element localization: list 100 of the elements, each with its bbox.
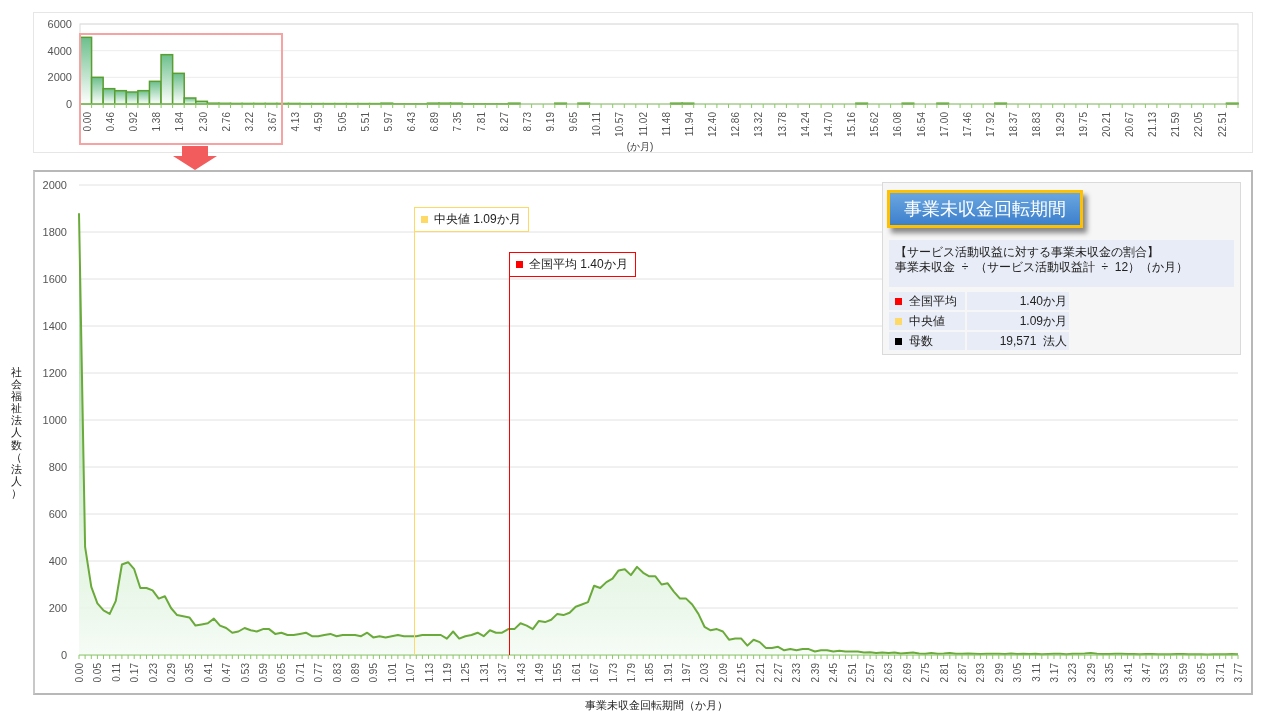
axis-tick-label: 1.25 xyxy=(460,663,472,683)
axis-tick-label: 0.77 xyxy=(313,663,325,683)
axis-tick-label: 2.69 xyxy=(901,663,913,683)
axis-tick-label: 3.53 xyxy=(1159,663,1171,683)
panel-title: 事業未収金回転期間 xyxy=(887,190,1083,228)
axis-tick-label: 17.92 xyxy=(985,112,997,138)
axis-tick-label: 1.79 xyxy=(625,663,637,683)
axis-tick-label: 1.07 xyxy=(405,663,417,683)
axis-tick-label: 1400 xyxy=(42,320,67,332)
axis-tick-label: 2.21 xyxy=(754,663,766,683)
axis-tick-label: 2.63 xyxy=(883,663,895,683)
axis-tick-label: 7.81 xyxy=(475,112,487,132)
axis-tick-label: 13.78 xyxy=(776,112,788,138)
axis-tick-label: 1.73 xyxy=(607,663,619,683)
axis-tick-label: 4.59 xyxy=(313,112,325,132)
axis-tick-label: 5.05 xyxy=(336,112,348,132)
axis-tick-label: 17.00 xyxy=(938,112,950,138)
axis-tick-label: 18.37 xyxy=(1008,112,1020,138)
axis-tick-label: 14.70 xyxy=(822,112,834,138)
axis-tick-label: 0.00 xyxy=(74,663,85,683)
axis-tick-label: 22.05 xyxy=(1193,112,1205,138)
axis-tick-label: 0.71 xyxy=(294,663,306,683)
axis-tick-label: 13.32 xyxy=(753,112,765,138)
axis-tick-label: 1.49 xyxy=(533,663,545,683)
axis-tick-label: 5.51 xyxy=(359,112,371,132)
axis-tick-label: 2.45 xyxy=(828,663,840,683)
axis-tick-label: 15.62 xyxy=(869,112,881,138)
marker-label: 全国平均 1.40か月 xyxy=(529,256,628,273)
axis-tick-label: 20.67 xyxy=(1124,112,1135,138)
axis-tick-label: 21.13 xyxy=(1147,112,1159,138)
axis-tick-label: 12.86 xyxy=(730,112,742,138)
axis-tick-label: 2.27 xyxy=(773,663,785,683)
axis-tick-label: 4000 xyxy=(47,44,72,57)
axis-title: (か月) xyxy=(626,141,654,152)
axis-tick-label: 8.73 xyxy=(521,112,533,132)
axis-tick-label: 1.19 xyxy=(441,663,453,683)
stat-label: 中央値 xyxy=(909,312,945,330)
axis-tick-label: 1.13 xyxy=(423,663,435,683)
axis-tick-label: 12.40 xyxy=(707,112,719,138)
axis-tick-label: 9.65 xyxy=(568,112,580,132)
axis-tick-label: 15.16 xyxy=(846,112,858,138)
axis-tick-label: 0.83 xyxy=(331,663,343,683)
axis-tick-label: 2.99 xyxy=(993,663,1005,683)
axis-tick-label: 0.11 xyxy=(110,663,122,682)
axis-tick-label: 3.67 xyxy=(267,112,279,132)
axis-tick-label: 14.24 xyxy=(799,112,811,138)
axis-tick-label: 2.39 xyxy=(809,663,821,683)
axis-tick-label: 200 xyxy=(48,602,67,614)
axis-tick-label: 11.02 xyxy=(637,112,649,137)
marker-label: 中央値 1.09か月 xyxy=(433,211,521,228)
axis-tick-label: 1.43 xyxy=(515,663,527,683)
axis-tick-label: 600 xyxy=(48,508,67,520)
axis-tick-label: 11.94 xyxy=(683,112,695,137)
axis-tick-label: 1200 xyxy=(42,367,67,379)
axis-tick-label: 2.57 xyxy=(865,663,877,683)
axis-tick-label: 1.85 xyxy=(644,663,656,683)
axis-tick-label: 0.65 xyxy=(276,663,288,683)
axis-tick-label: 0 xyxy=(65,98,72,110)
axis-tick-label: 11.48 xyxy=(660,112,672,137)
formula-text: 事業未収金 ÷ （サービス活動収益計 ÷ 12）（か月） xyxy=(895,260,1190,275)
axis-tick-label: 16.54 xyxy=(915,112,927,138)
axis-tick-label: 2.87 xyxy=(957,663,969,683)
axis-tick-label: 0.95 xyxy=(368,663,380,683)
axis-tick-label: 0.29 xyxy=(166,663,177,683)
axis-tick-label: 3.71 xyxy=(1214,663,1226,683)
axis-tick-label: 3.17 xyxy=(1049,663,1061,683)
axis-tick-label: 0.17 xyxy=(129,663,141,683)
axis-tick-label: 6.89 xyxy=(429,112,441,132)
axis-tick-label: 0.47 xyxy=(221,663,233,683)
formula-heading: 【サービス活動収益に対する事業未収金の割合】 xyxy=(895,245,1160,260)
axis-tick-label: 0.05 xyxy=(92,663,104,683)
axis-tick-label: 3.65 xyxy=(1196,663,1208,683)
table-cell: 1.09か月 xyxy=(967,312,1069,330)
axis-tick-label: 18.83 xyxy=(1031,112,1043,138)
axis-tick-label: 6.43 xyxy=(406,112,418,132)
axis-tick-label: 3.59 xyxy=(1177,663,1189,683)
axis-tick-label: 2.30 xyxy=(197,112,209,132)
axis-tick-label: 7.35 xyxy=(452,112,464,132)
axis-tick-label: 19.29 xyxy=(1054,112,1066,138)
axis-tick-label: 2.15 xyxy=(736,663,748,683)
axis-title: 事業未収金回転期間（か月） xyxy=(585,699,728,711)
axis-tick-label: 1600 xyxy=(42,273,67,285)
axis-tick-label: 10.57 xyxy=(614,112,626,138)
axis-tick-label: 2.51 xyxy=(846,663,858,683)
axis-tick-label: 4.13 xyxy=(290,112,302,132)
stat-label: 全国平均 xyxy=(909,292,957,310)
axis-tick-label: 3.47 xyxy=(1141,663,1152,683)
axis-tick-label: 3.77 xyxy=(1233,663,1244,683)
axis-title: 社会福祉法人数（法人） xyxy=(11,366,22,499)
axis-tick-label: 6000 xyxy=(47,18,72,30)
table-cell: 1.40か月 xyxy=(967,292,1069,310)
axis-tick-label: 2.09 xyxy=(717,663,729,683)
axis-tick-label: 0.35 xyxy=(184,663,196,683)
axis-tick-label: 0.23 xyxy=(147,663,159,683)
axis-tick-label: 800 xyxy=(48,461,67,473)
axis-tick-label: 2.93 xyxy=(975,663,987,683)
axis-tick-label: 1.37 xyxy=(497,663,509,683)
axis-tick-label: 3.41 xyxy=(1122,663,1134,683)
axis-tick-label: 2.75 xyxy=(920,663,932,683)
axis-tick-label: 1.01 xyxy=(386,663,398,683)
